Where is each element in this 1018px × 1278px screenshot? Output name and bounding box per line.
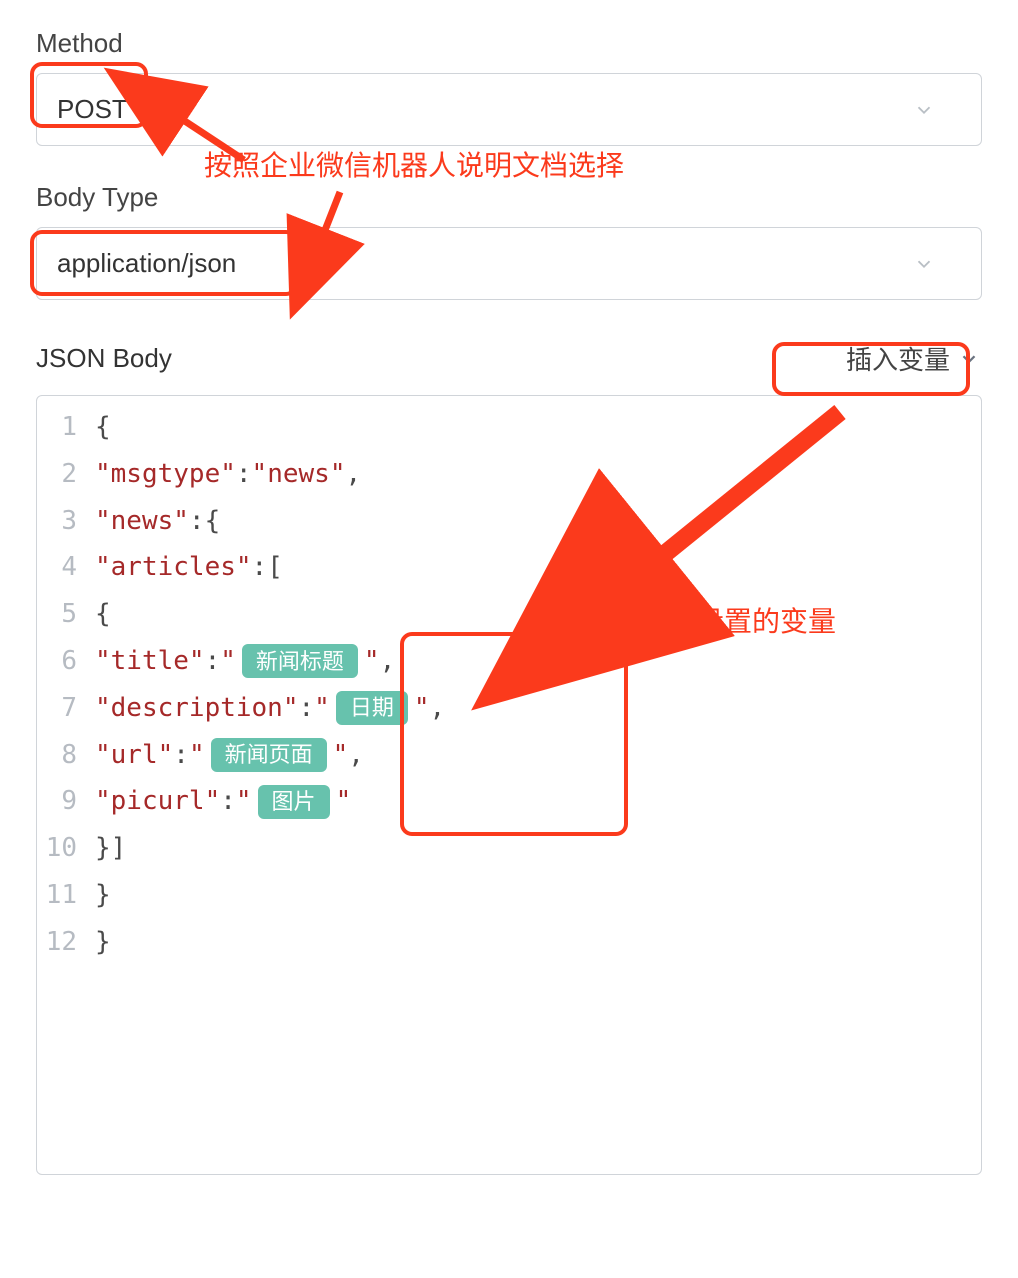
code-token: "title" — [95, 638, 205, 685]
code-token: [ — [267, 544, 283, 591]
code-token: , — [348, 732, 364, 779]
code-token: { — [205, 498, 221, 545]
line-number: 12 — [37, 919, 95, 966]
insert-variable-button[interactable]: 插入变量 — [844, 336, 982, 381]
method-label: Method — [36, 28, 982, 59]
line-number: 9 — [37, 778, 95, 825]
method-select-value: POST — [57, 94, 128, 125]
code-token: " — [236, 778, 252, 825]
code-token: { — [95, 591, 111, 638]
code-token: "url" — [95, 732, 173, 779]
body-type-select-value: application/json — [57, 248, 236, 279]
code-token: { — [95, 404, 111, 451]
code-token: } — [95, 872, 111, 919]
line-number: 5 — [37, 591, 95, 638]
line-number: 2 — [37, 451, 95, 498]
code-token: " — [333, 732, 349, 779]
code-token: " — [336, 778, 352, 825]
variable-tag-picurl[interactable]: 图片 — [258, 785, 330, 819]
code-token: "description" — [95, 685, 299, 732]
json-body-label: JSON Body — [36, 343, 172, 374]
code-token: : — [173, 732, 189, 779]
code-token: , — [345, 451, 361, 498]
code-token: "news" — [95, 498, 189, 545]
code-token: "articles" — [95, 544, 252, 591]
line-number: 11 — [37, 872, 95, 919]
line-number: 1 — [37, 404, 95, 451]
code-token: } — [95, 919, 111, 966]
body-type-label: Body Type — [36, 182, 982, 213]
insert-variable-label: 插入变量 — [846, 340, 950, 377]
body-type-select[interactable]: application/json — [36, 227, 982, 300]
code-token: "picurl" — [95, 778, 220, 825]
code-token: : — [299, 685, 315, 732]
code-token: : — [205, 638, 221, 685]
line-number: 3 — [37, 498, 95, 545]
code-token: }] — [95, 825, 126, 872]
line-number: 10 — [37, 825, 95, 872]
code-token: , — [380, 638, 396, 685]
json-body-editor[interactable]: 1 { 2 "msgtype":"news", 3 "news":{ 4 "ar… — [36, 395, 982, 1175]
line-number: 7 — [37, 685, 95, 732]
code-token: " — [314, 685, 330, 732]
chevron-down-icon — [913, 99, 935, 121]
chevron-down-icon — [958, 348, 980, 370]
code-token: : — [252, 544, 268, 591]
annotation-text: 按照企业微信机器人说明文档选择 — [204, 144, 624, 184]
annotation-text: 插入设置的变量 — [640, 600, 836, 640]
line-number: 6 — [37, 638, 95, 685]
variable-tag-title[interactable]: 新闻标题 — [242, 644, 358, 678]
line-number: 8 — [37, 732, 95, 779]
code-token: " — [189, 732, 205, 779]
code-token: " — [414, 685, 430, 732]
variable-tag-description[interactable]: 日期 — [336, 691, 408, 725]
code-token: " — [220, 638, 236, 685]
code-token: "msgtype" — [95, 451, 236, 498]
method-select[interactable]: POST — [36, 73, 982, 146]
chevron-down-icon — [913, 253, 935, 275]
code-token: "news" — [252, 451, 346, 498]
code-token: : — [189, 498, 205, 545]
line-number: 4 — [37, 544, 95, 591]
variable-tag-url[interactable]: 新闻页面 — [211, 738, 327, 772]
code-token: : — [236, 451, 252, 498]
code-token: : — [220, 778, 236, 825]
code-token: " — [364, 638, 380, 685]
code-token: , — [429, 685, 445, 732]
